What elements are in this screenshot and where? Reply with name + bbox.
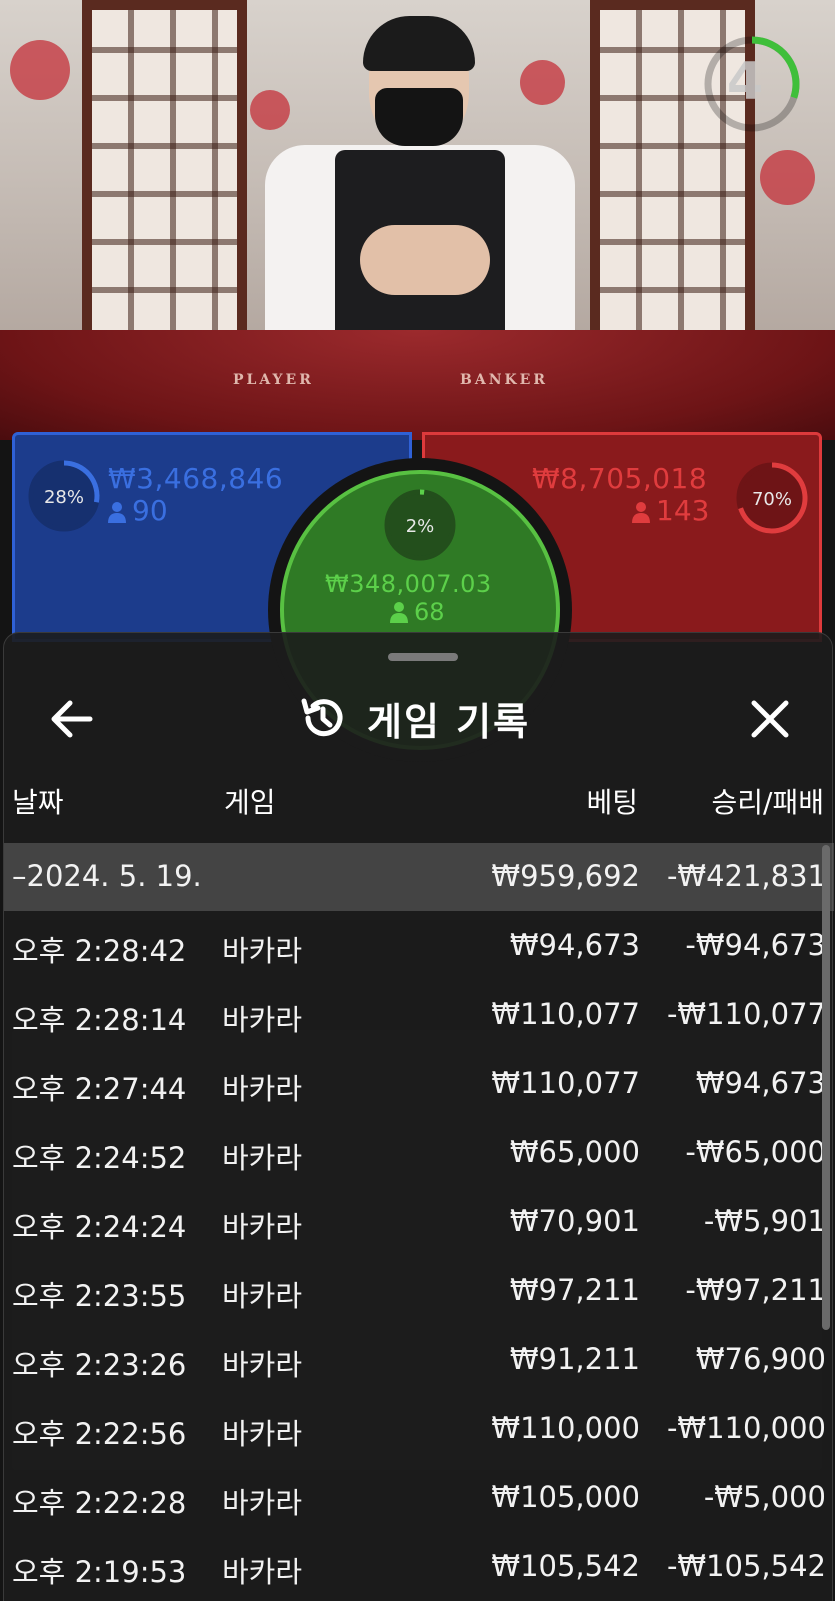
game-history-sheet: 게임 기록 날짜 게임 베팅 승리/패배 –2024. 5. 19. ₩959,… <box>3 632 834 1601</box>
table-felt <box>0 330 835 440</box>
row-time: 오후 2:19:53 <box>12 1555 187 1589</box>
history-row[interactable]: 오후 2:22:56 바카라 ₩110,000 -₩110,000 <box>4 1394 834 1462</box>
felt-label-banker: BANKER <box>460 372 548 388</box>
column-header-game[interactable]: 게임 <box>224 781 276 821</box>
row-result: -₩94,673 <box>685 928 826 962</box>
blossom-decor <box>760 150 815 205</box>
tie-bettor-count: 68 <box>390 598 445 626</box>
row-time: 오후 2:23:26 <box>12 1348 187 1382</box>
history-row[interactable]: 오후 2:28:14 바카라 ₩110,077 -₩110,077 <box>4 980 834 1048</box>
row-result: -₩5,000 <box>703 1480 826 1514</box>
row-bet: ₩97,211 <box>509 1273 640 1307</box>
row-time: 오후 2:22:56 <box>12 1417 187 1451</box>
history-row[interactable]: 오후 2:19:53 바카라 ₩105,542 -₩105,542 <box>4 1532 834 1600</box>
row-time: 오후 2:23:55 <box>12 1279 187 1313</box>
row-bet: ₩91,211 <box>509 1342 640 1376</box>
history-row[interactable]: 오후 2:24:24 바카라 ₩70,901 -₩5,901 <box>4 1187 834 1255</box>
row-bet: ₩105,542 <box>491 1549 640 1583</box>
row-game: 바카라 <box>222 1003 303 1037</box>
history-row[interactable]: 오후 2:22:28 바카라 ₩105,000 -₩5,000 <box>4 1463 834 1531</box>
felt-label-player: PLAYER <box>233 372 314 388</box>
history-row[interactable]: 오후 2:24:52 바카라 ₩65,000 -₩65,000 <box>4 1118 834 1186</box>
row-result: ₩76,900 <box>695 1342 826 1376</box>
person-icon <box>632 502 650 523</box>
row-bet: ₩110,077 <box>491 1066 640 1100</box>
row-time: 오후 2:27:44 <box>12 1072 187 1106</box>
history-icon <box>301 698 343 737</box>
tie-percent: 2% <box>406 516 435 537</box>
player-bettor-count: 90 <box>108 494 168 527</box>
sheet-header: 게임 기록 <box>299 688 530 748</box>
blossom-decor <box>10 40 70 100</box>
decor-screen-left <box>82 0 247 345</box>
row-time: 오후 2:24:24 <box>12 1210 187 1244</box>
banker-percent-ring: 70% <box>736 462 808 534</box>
banker-bettor-count: 143 <box>632 494 709 527</box>
sheet-title: 게임 기록 <box>367 699 531 744</box>
row-bet: ₩105,000 <box>491 1480 640 1514</box>
row-result: -₩110,077 <box>666 997 826 1031</box>
row-result: -₩110,000 <box>666 1411 826 1445</box>
row-result: -₩97,211 <box>685 1273 826 1307</box>
row-game: 바카라 <box>222 1555 303 1589</box>
row-bet: ₩65,000 <box>509 1135 640 1169</box>
row-game: 바카라 <box>222 934 303 968</box>
row-bet: ₩110,077 <box>491 997 640 1031</box>
person-icon <box>390 602 408 623</box>
row-game: 바카라 <box>222 1210 303 1244</box>
tie-percent-ring: 2% <box>384 489 456 561</box>
row-game: 바카라 <box>222 1348 303 1382</box>
summary-date: –2024. 5. 19. <box>12 859 202 893</box>
row-bet: ₩70,901 <box>509 1204 640 1238</box>
row-game: 바카라 <box>222 1279 303 1313</box>
column-header-date[interactable]: 날짜 <box>12 781 64 821</box>
row-result: ₩94,673 <box>695 1066 826 1100</box>
date-summary-row[interactable]: –2024. 5. 19. ₩959,692 -₩421,831 <box>4 843 834 911</box>
history-row[interactable]: 오후 2:23:55 바카라 ₩97,211 -₩97,211 <box>4 1256 834 1324</box>
row-result: -₩105,542 <box>666 1549 826 1583</box>
person-icon <box>108 502 126 523</box>
tie-bet-amount: ₩348,007.03 <box>325 570 492 598</box>
row-game: 바카라 <box>222 1486 303 1520</box>
history-row[interactable]: 오후 2:27:44 바카라 ₩110,077 ₩94,673 <box>4 1049 834 1117</box>
player-percent-ring: 28% <box>28 460 100 532</box>
banker-percent: 70% <box>752 489 792 510</box>
row-time: 오후 2:22:28 <box>12 1486 187 1520</box>
row-result: -₩65,000 <box>685 1135 826 1169</box>
countdown-number: 4 <box>726 52 764 112</box>
dealer <box>265 16 575 360</box>
row-result: -₩5,901 <box>703 1204 826 1238</box>
column-header-result[interactable]: 승리/패배 <box>712 781 824 821</box>
close-icon[interactable] <box>742 691 798 747</box>
banker-bet-amount: ₩8,705,018 <box>532 462 708 495</box>
scrollbar[interactable] <box>822 845 830 1330</box>
row-game: 바카라 <box>222 1417 303 1451</box>
sheet-drag-handle[interactable] <box>388 653 458 661</box>
row-game: 바카라 <box>222 1072 303 1106</box>
column-header-bet[interactable]: 베팅 <box>586 781 638 821</box>
player-percent: 28% <box>44 487 84 508</box>
row-game: 바카라 <box>222 1141 303 1175</box>
summary-bet: ₩959,692 <box>491 859 640 893</box>
row-time: 오후 2:28:14 <box>12 1003 187 1037</box>
history-row[interactable]: 오후 2:23:26 바카라 ₩91,211 ₩76,900 <box>4 1325 834 1393</box>
row-bet: ₩94,673 <box>509 928 640 962</box>
row-time: 오후 2:28:42 <box>12 934 187 968</box>
row-bet: ₩110,000 <box>491 1411 640 1445</box>
arrow-left-icon[interactable] <box>44 691 100 747</box>
row-time: 오후 2:24:52 <box>12 1141 187 1175</box>
history-row[interactable]: 오후 2:28:42 바카라 ₩94,673 -₩94,673 <box>4 911 834 979</box>
summary-result: -₩421,831 <box>666 859 826 893</box>
player-bet-amount: ₩3,468,846 <box>108 462 284 495</box>
